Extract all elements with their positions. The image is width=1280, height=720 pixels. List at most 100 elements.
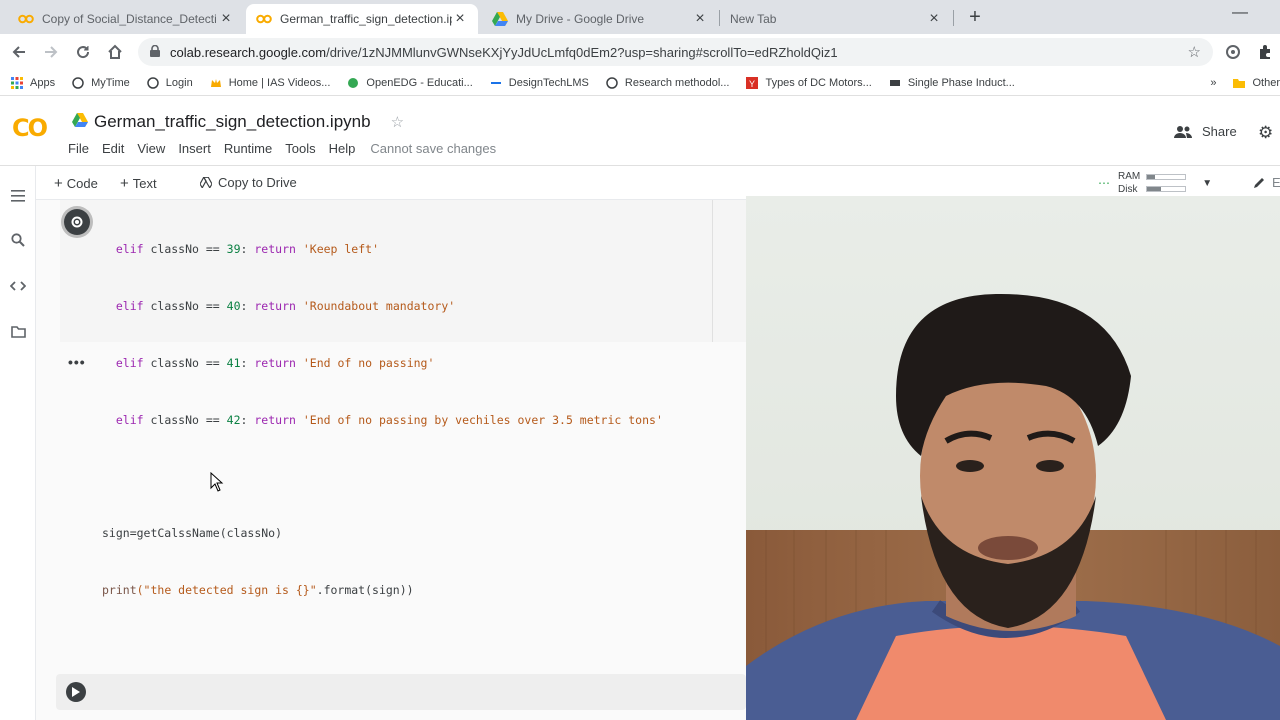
puzzle-icon[interactable] <box>1254 41 1276 63</box>
menu-runtime[interactable]: Runtime <box>224 141 272 156</box>
notebook-body: elif classNo == 39: return 'Keep left' e… <box>36 200 750 720</box>
other-bookmarks[interactable]: Other <box>1232 76 1280 90</box>
menu-insert[interactable]: Insert <box>178 141 211 156</box>
globe-icon <box>71 76 85 90</box>
code-snippets-icon[interactable] <box>8 276 28 296</box>
code-line: elif classNo == 40: return 'Roundabout m… <box>115 299 456 313</box>
dash-icon <box>489 76 503 90</box>
star-icon[interactable]: ☆ <box>391 113 404 131</box>
tab-german-traffic-sign[interactable]: German_traffic_sign_detection.ip × <box>246 4 478 34</box>
table-of-contents-icon[interactable] <box>8 186 28 206</box>
bookmark-designtechlms[interactable]: DesignTechLMS <box>489 76 589 90</box>
add-code-button[interactable]: + Code <box>54 175 98 192</box>
run-cell-button[interactable] <box>64 209 90 235</box>
bookmark-apps[interactable]: Apps <box>10 76 55 90</box>
google-drive-icon <box>492 11 508 27</box>
editing-mode[interactable]: Editing <box>1252 175 1280 190</box>
add-code-label: Code <box>66 176 98 191</box>
bookmark-star-icon[interactable]: ☆ <box>1188 43 1201 61</box>
tab-social-distance[interactable]: Copy of Social_Distance_Detecti × <box>8 4 244 34</box>
ram-bar-fill <box>1147 175 1155 179</box>
reload-icon[interactable] <box>72 41 94 63</box>
bookmark-label: OpenEDG - Educati... <box>366 76 473 89</box>
tab-separator <box>953 10 954 26</box>
address-bar[interactable]: colab.research.google.com/drive/1zNJMMlu… <box>138 38 1213 66</box>
globe-icon <box>146 76 160 90</box>
notebook-title-row: German_traffic_sign_detection.ipynb ☆ <box>72 112 404 132</box>
bookmark-label: Single Phase Induct... <box>907 76 1015 89</box>
new-tab-button[interactable]: + <box>964 6 986 28</box>
bookmark-label: Login <box>165 76 193 89</box>
tab-title: German_traffic_sign_detection.ip <box>280 12 452 26</box>
colab-header: CO German_traffic_sign_detection.ipynb ☆… <box>0 96 1280 166</box>
disk-bar <box>1146 186 1187 192</box>
connected-dots-icon: ⋯ <box>1098 176 1110 190</box>
code-cell[interactable]: elif classNo == 39: return 'Keep left' e… <box>60 200 750 597</box>
extension-icon[interactable] <box>1222 41 1244 63</box>
webcam-overlay <box>746 196 1280 720</box>
crown-icon <box>209 76 223 90</box>
disk-label: Disk <box>1118 184 1138 195</box>
share-button[interactable]: Share <box>1174 124 1237 139</box>
bookmarks-overflow-button[interactable]: » <box>1210 77 1216 89</box>
code-line: elif classNo == 41: return 'End of no pa… <box>115 356 435 370</box>
code-line: elif classNo == 39: return 'Keep left' <box>115 242 380 256</box>
resources-indicator[interactable]: ⋯ RAM Disk ▼ <box>1098 170 1212 196</box>
bookmark-label: Other <box>1252 76 1280 89</box>
drive-icon <box>200 177 212 188</box>
colab-icon <box>18 11 34 27</box>
menu-bar: File Edit View Insert Runtime Tools Help… <box>68 141 509 156</box>
tab-new-tab[interactable]: New Tab × <box>720 4 952 34</box>
running-spinner-icon <box>71 216 83 228</box>
bookmark-research[interactable]: Research methodol... <box>605 76 730 90</box>
menu-help[interactable]: Help <box>329 141 356 156</box>
mouse-cursor-icon <box>210 472 224 492</box>
copy-to-drive-button[interactable]: Copy to Drive <box>200 175 297 190</box>
menu-view[interactable]: View <box>137 141 165 156</box>
yahoo-icon: Y <box>745 76 759 90</box>
add-text-button[interactable]: + Text <box>120 175 157 192</box>
chevron-down-icon[interactable]: ▼ <box>1202 178 1212 189</box>
code-line: print("the detected sign is {}".format(s… <box>102 583 414 597</box>
bookmarks-bar: Apps MyTime Login Home | IAS Videos... O… <box>0 70 1280 96</box>
run-cell-button[interactable] <box>66 682 86 702</box>
menu-file[interactable]: File <box>68 141 89 156</box>
close-icon[interactable]: × <box>452 10 468 28</box>
menu-edit[interactable]: Edit <box>102 141 124 156</box>
bookmark-dc-motors[interactable]: Y Types of DC Motors... <box>745 76 872 90</box>
bookmark-openedg[interactable]: OpenEDG - Educati... <box>346 76 473 90</box>
search-icon[interactable] <box>8 230 28 250</box>
close-icon[interactable]: × <box>692 10 708 28</box>
tab-title: My Drive - Google Drive <box>516 12 645 26</box>
cell-output-ellipsis[interactable]: ••• <box>68 354 86 370</box>
colab-icon <box>256 11 272 27</box>
gear-icon[interactable]: ⚙ <box>1258 123 1273 143</box>
minimize-icon[interactable]: — <box>1232 4 1248 22</box>
bookmark-label: MyTime <box>91 76 130 89</box>
notebook-title[interactable]: German_traffic_sign_detection.ipynb <box>94 112 371 132</box>
home-icon[interactable] <box>104 41 126 63</box>
close-icon[interactable]: × <box>218 10 234 28</box>
bookmark-mytime[interactable]: MyTime <box>71 76 130 90</box>
disk-bar-fill <box>1147 187 1161 191</box>
bookmark-label: Apps <box>30 76 56 89</box>
menu-tools[interactable]: Tools <box>285 141 315 156</box>
bookmark-ias-videos[interactable]: Home | IAS Videos... <box>209 76 330 90</box>
tab-my-drive[interactable]: My Drive - Google Drive × <box>482 4 718 34</box>
code-editor[interactable]: elif classNo == 39: return 'Keep left' e… <box>102 202 663 638</box>
save-status: Cannot save changes <box>370 141 497 156</box>
people-icon <box>1174 125 1192 138</box>
bookmark-login[interactable]: Login <box>146 76 193 90</box>
forward-icon[interactable] <box>40 41 62 63</box>
play-icon <box>72 687 80 697</box>
bookmark-label: Research methodol... <box>624 76 730 89</box>
code-line: sign=getCalssName(classNo) <box>102 526 283 540</box>
folder-icon[interactable] <box>8 322 28 342</box>
close-icon[interactable]: × <box>926 10 942 28</box>
colab-logo[interactable]: CO <box>12 114 48 142</box>
bookmark-single-phase[interactable]: Single Phase Induct... <box>888 76 1015 90</box>
next-cell-bar[interactable] <box>56 674 746 710</box>
presenter-webcam-image <box>746 196 1280 720</box>
motor-icon <box>888 76 902 90</box>
back-icon[interactable] <box>8 41 30 63</box>
